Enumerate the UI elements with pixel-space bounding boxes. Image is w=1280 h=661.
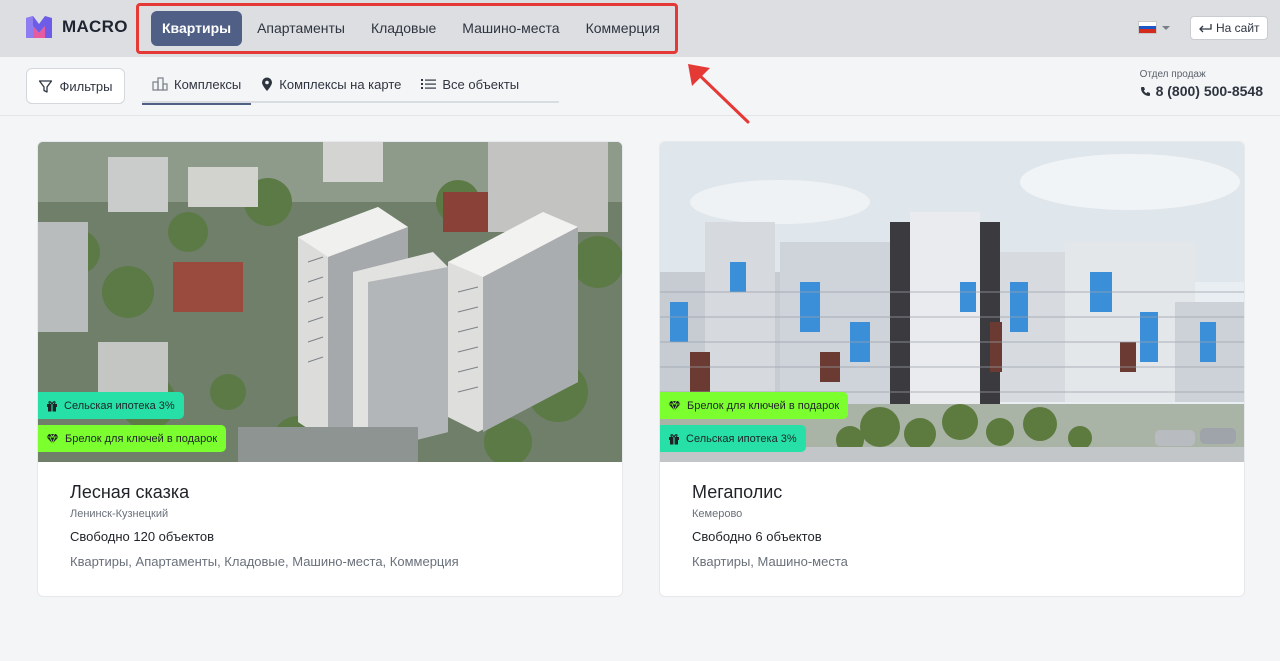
- sales-phone-link[interactable]: 8 (800) 500-8548: [1140, 83, 1263, 99]
- sales-label: Отдел продаж: [1139, 69, 1206, 80]
- promo-badges: Брелок для ключей в подарок Сельская ипо…: [660, 392, 849, 452]
- gift-icon: [47, 400, 57, 411]
- language-selector[interactable]: [1138, 21, 1170, 34]
- view-tabs: Комплексы Комплексы на карте Все объекты: [142, 65, 559, 105]
- complex-availability: Свободно 120 объектов: [70, 529, 215, 544]
- to-site-label: На сайт: [1216, 21, 1260, 35]
- nav-item-apartments[interactable]: Квартиры: [151, 11, 243, 46]
- promo-badge: Сельская ипотека 3%: [38, 392, 184, 419]
- macro-logo-icon: [26, 16, 52, 38]
- brand-logo[interactable]: MACRO: [24, 14, 128, 40]
- russia-flag-icon: [1138, 21, 1157, 34]
- tab-complexes-label: Комплексы: [174, 76, 242, 92]
- nav-item-parking[interactable]: Машино-места: [449, 11, 572, 46]
- nav-item-storage[interactable]: Кладовые: [358, 11, 449, 46]
- tab-all-objects[interactable]: Все объекты: [411, 65, 529, 103]
- complex-photo[interactable]: Сельская ипотека 3% Брелок для ключей в …: [38, 142, 622, 462]
- sales-phone-number: 8 (800) 500-8548: [1155, 83, 1263, 99]
- promo-badge-label: Сельская ипотека 3%: [686, 432, 797, 445]
- tab-complexes-map[interactable]: Комплексы на карте: [251, 65, 411, 103]
- complex-city: Ленинск-Кузнецкий: [70, 508, 169, 520]
- promo-badges: Сельская ипотека 3% Брелок для ключей в …: [38, 392, 227, 452]
- complex-property-types: Квартиры, Апартаменты, Кладовые, Машино-…: [70, 554, 459, 569]
- gift-icon: [669, 433, 679, 444]
- filters-button[interactable]: Фильтры: [26, 68, 125, 104]
- complex-city: Кемерово: [692, 508, 743, 520]
- nav-item-commercial[interactable]: Коммерция: [573, 11, 673, 46]
- brand-name: MACRO: [62, 17, 128, 36]
- filter-icon: [39, 79, 53, 93]
- complex-property-types: Квартиры, Машино-места: [692, 554, 848, 569]
- diamond-icon: [46, 433, 59, 444]
- promo-badge: Брелок для ключей в подарок: [38, 425, 227, 452]
- sales-contact: Отдел продаж 8 (800) 500-8548: [1140, 69, 1263, 99]
- complex-info: Мегаполис Кемерово Свободно 6 объектов К…: [692, 482, 848, 569]
- complex-photo[interactable]: Брелок для ключей в подарок Сельская ипо…: [660, 142, 1244, 462]
- tab-complexes-map-label: Комплексы на карте: [279, 76, 402, 92]
- filters-label: Фильтры: [59, 78, 113, 94]
- category-nav: Квартиры Апартаменты Кладовые Машино-мес…: [151, 11, 673, 46]
- promo-badge-label: Брелок для ключей в подарок: [65, 432, 218, 445]
- diamond-icon: [668, 400, 681, 411]
- promo-badge-label: Сельская ипотека 3%: [64, 399, 175, 412]
- to-site-button[interactable]: На сайт: [1190, 16, 1268, 40]
- complex-card[interactable]: Брелок для ключей в подарок Сельская ипо…: [659, 141, 1245, 597]
- chevron-down-icon: [1162, 25, 1170, 30]
- complex-card[interactable]: Сельская ипотека 3% Брелок для ключей в …: [37, 141, 623, 597]
- promo-badge: Брелок для ключей в подарок: [660, 392, 849, 419]
- phone-icon: [1140, 86, 1150, 96]
- view-toolbar: Фильтры Комплексы Комплексы на карте Все…: [0, 57, 1280, 116]
- complex-info: Лесная сказка Ленинск-Кузнецкий Свободно…: [70, 482, 459, 569]
- complex-title[interactable]: Лесная сказка: [70, 482, 459, 503]
- complex-availability: Свободно 6 объектов: [692, 529, 822, 544]
- top-navbar: MACRO Квартиры Апартаменты Кладовые Маши…: [0, 0, 1280, 57]
- list-icon: [421, 79, 437, 89]
- complex-title[interactable]: Мегаполис: [692, 482, 848, 503]
- tab-all-objects-label: Все объекты: [442, 76, 520, 92]
- buildings-icon: [152, 77, 168, 91]
- return-arrow-icon: [1199, 23, 1212, 32]
- promo-badge: Сельская ипотека 3%: [660, 425, 806, 452]
- annotation-arrow: [688, 64, 750, 124]
- nav-item-aparts[interactable]: Апартаменты: [244, 11, 358, 46]
- tab-complexes[interactable]: Комплексы: [142, 65, 252, 105]
- map-pin-icon: [262, 77, 273, 91]
- promo-badge-label: Брелок для ключей в подарок: [687, 399, 840, 412]
